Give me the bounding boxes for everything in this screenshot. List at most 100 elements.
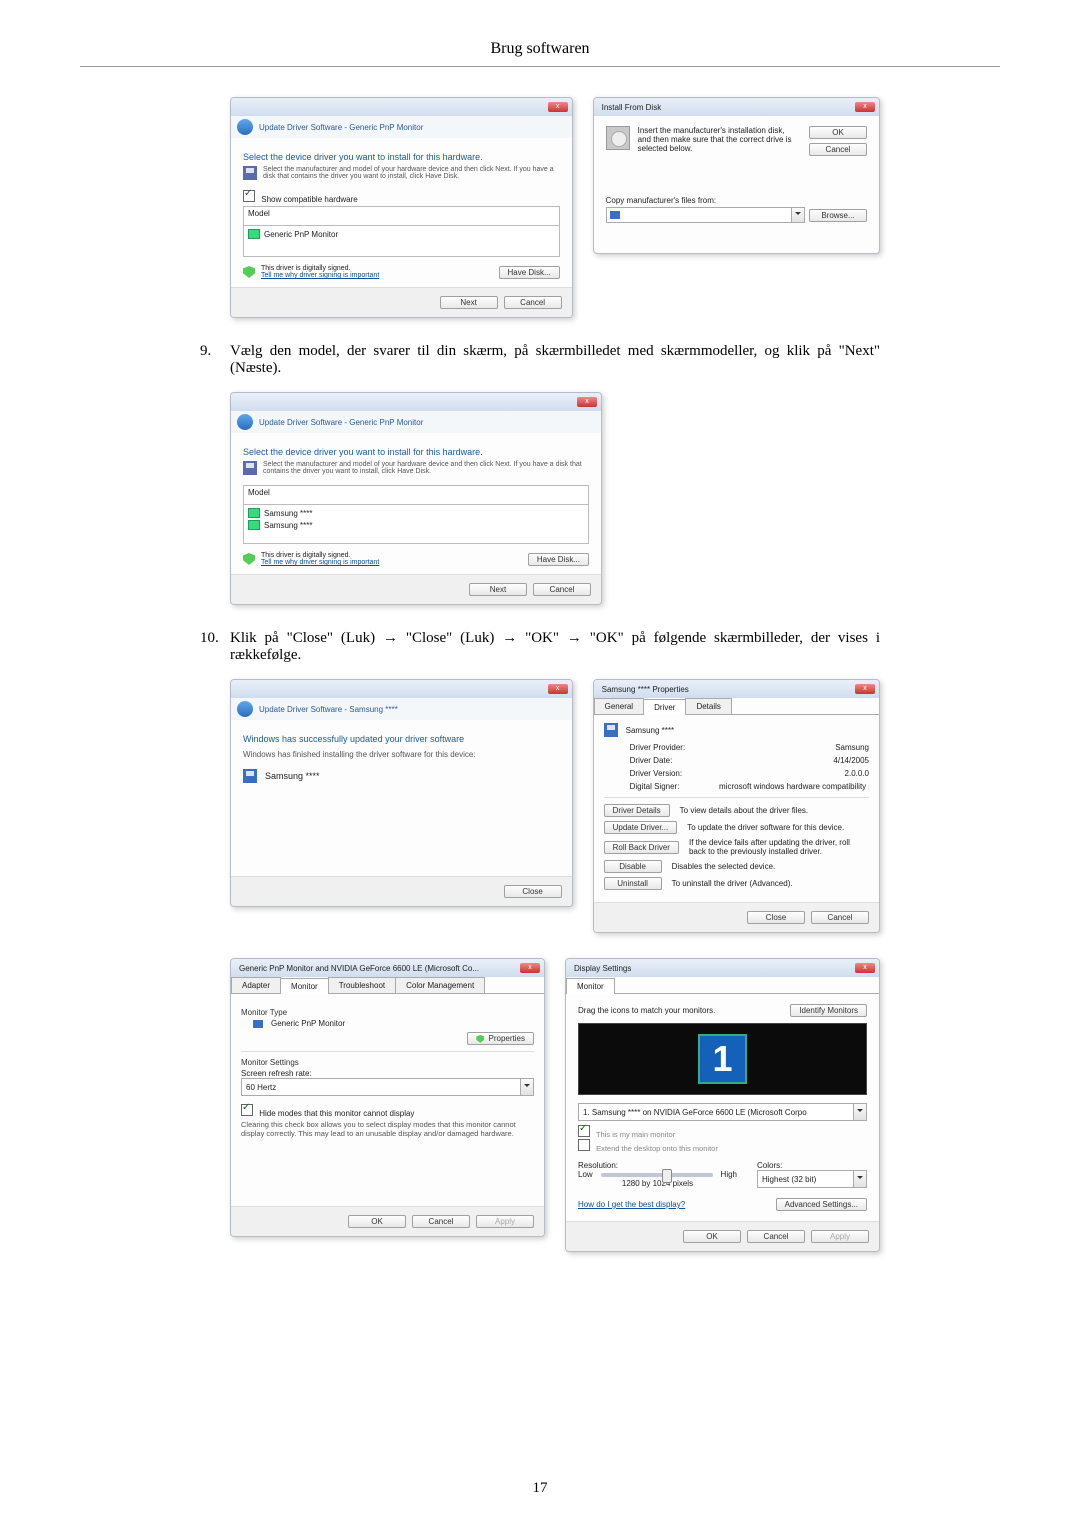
tab-adapter[interactable]: Adapter: [231, 977, 281, 993]
rollback-button[interactable]: Roll Back Driver: [604, 841, 679, 854]
have-disk-button[interactable]: Have Disk...: [528, 553, 589, 566]
tab-details[interactable]: Details: [685, 698, 731, 714]
apply-button[interactable]: Apply: [476, 1215, 534, 1228]
cancel-button[interactable]: Cancel: [809, 143, 867, 156]
monitor-select[interactable]: 1. Samsung **** on NVIDIA GeForce 6600 L…: [578, 1103, 867, 1121]
signer-value: microsoft windows hardware compatibility…: [719, 782, 869, 791]
close-icon[interactable]: x: [855, 684, 875, 694]
refresh-rate-select[interactable]: 60 Hertz: [241, 1078, 534, 1096]
identify-monitors-button[interactable]: Identify Monitors: [790, 1004, 867, 1017]
show-compatible-label: Show compatible hardware: [261, 195, 358, 204]
next-button[interactable]: Next: [440, 296, 498, 309]
close-icon[interactable]: x: [855, 963, 875, 973]
dialog-text: Insert the manufacturer's installation d…: [638, 126, 798, 153]
driver-details-desc: To view details about the driver files.: [680, 806, 869, 815]
copy-from-combo[interactable]: [606, 207, 805, 223]
disable-desc: Disables the selected device.: [672, 862, 869, 871]
properties-button[interactable]: Properties: [467, 1032, 534, 1045]
back-icon[interactable]: [237, 119, 253, 135]
dialog-heading: Windows has successfully updated your dr…: [243, 734, 560, 744]
update-driver-dialog-3: x Update Driver Software - Samsung **** …: [230, 679, 573, 907]
step-number: 10.: [200, 630, 230, 664]
back-icon[interactable]: [237, 414, 253, 430]
resolution-slider[interactable]: [601, 1173, 713, 1177]
model-listbox[interactable]: Generic PnP Monitor: [243, 226, 560, 257]
step-number: 9.: [200, 343, 230, 377]
close-icon[interactable]: x: [577, 397, 597, 407]
dialog-heading: Select the device driver you want to ins…: [243, 152, 560, 162]
back-icon[interactable]: [237, 701, 253, 717]
shield-icon: [476, 1035, 484, 1043]
browse-button[interactable]: Browse...: [809, 209, 867, 222]
signed-link[interactable]: Tell me why driver signing is important: [261, 559, 379, 566]
close-button[interactable]: Close: [747, 911, 805, 924]
tab-driver[interactable]: Driver: [643, 699, 686, 715]
apply-button[interactable]: Apply: [811, 1230, 869, 1243]
model-header-label: Model: [248, 488, 270, 497]
colors-value: Highest (32 bit): [762, 1175, 816, 1184]
close-icon[interactable]: x: [520, 963, 540, 973]
driver-details-button[interactable]: Driver Details: [604, 804, 670, 817]
hide-modes-desc: Clearing this check box allows you to se…: [241, 1120, 534, 1138]
close-icon[interactable]: x: [855, 102, 875, 112]
disk-icon: [243, 166, 257, 180]
main-monitor-checkbox[interactable]: [578, 1125, 590, 1137]
hide-modes-checkbox[interactable]: [241, 1104, 253, 1116]
show-compatible-checkbox[interactable]: [243, 190, 255, 202]
cancel-button[interactable]: Cancel: [533, 583, 591, 596]
have-disk-button[interactable]: Have Disk...: [499, 266, 560, 279]
disable-button[interactable]: Disable: [604, 860, 662, 873]
extend-desktop-checkbox[interactable]: [578, 1139, 590, 1151]
advanced-settings-button[interactable]: Advanced Settings...: [776, 1198, 867, 1211]
signed-link[interactable]: Tell me why driver signing is important: [261, 272, 379, 279]
dialog-subtext: Select the manufacturer and model of you…: [263, 166, 560, 180]
chevron-down-icon[interactable]: [853, 1104, 866, 1120]
cancel-button[interactable]: Cancel: [747, 1230, 805, 1243]
chevron-down-icon[interactable]: [853, 1171, 866, 1187]
monitor-preview[interactable]: 1: [578, 1023, 867, 1095]
tab-troubleshoot[interactable]: Troubleshoot: [328, 977, 396, 993]
close-icon[interactable]: x: [548, 102, 568, 112]
model-item-label: Generic PnP Monitor: [264, 230, 338, 239]
list-item[interactable]: Samsung ****: [248, 519, 584, 531]
best-display-link[interactable]: How do I get the best display?: [578, 1200, 685, 1209]
list-item[interactable]: Samsung ****: [248, 507, 584, 519]
next-button[interactable]: Next: [469, 583, 527, 596]
tab-monitor[interactable]: Monitor: [280, 978, 329, 994]
breadcrumb: Update Driver Software - Samsung ****: [231, 698, 572, 720]
uninstall-button[interactable]: Uninstall: [604, 877, 662, 890]
dialog-heading: Select the device driver you want to ins…: [243, 447, 589, 457]
display-settings-dialog: Display Settings x Monitor Drag the icon…: [565, 958, 880, 1252]
ok-button[interactable]: OK: [809, 126, 867, 139]
update-driver-dialog-2: x Update Driver Software - Generic PnP M…: [230, 392, 602, 605]
update-driver-button[interactable]: Update Driver...: [604, 821, 678, 834]
driver-properties-dialog: Samsung **** Properties x General Driver…: [593, 679, 880, 933]
update-driver-dialog-1: x Update Driver Software - Generic PnP M…: [230, 97, 573, 318]
update-driver-desc: To update the driver software for this d…: [687, 823, 869, 832]
model-listbox[interactable]: Samsung **** Samsung ****: [243, 505, 589, 544]
monitor-number: 1: [698, 1034, 746, 1084]
drive-icon: [610, 211, 620, 219]
tab-general[interactable]: General: [594, 698, 644, 714]
device-label: Samsung ****: [265, 771, 320, 781]
cancel-button[interactable]: Cancel: [412, 1215, 470, 1228]
chevron-down-icon[interactable]: [520, 1079, 533, 1095]
close-icon[interactable]: x: [548, 684, 568, 694]
ok-button[interactable]: OK: [348, 1215, 406, 1228]
cancel-button[interactable]: Cancel: [504, 296, 562, 309]
list-item[interactable]: Generic PnP Monitor: [248, 228, 555, 240]
colors-select[interactable]: Highest (32 bit): [757, 1170, 867, 1188]
slider-thumb-icon[interactable]: [662, 1169, 672, 1183]
refresh-rate-label: Screen refresh rate:: [241, 1069, 534, 1078]
monitor-settings-label: Monitor Settings: [241, 1058, 534, 1067]
tab-color-management[interactable]: Color Management: [395, 977, 485, 993]
cancel-button[interactable]: Cancel: [811, 911, 869, 924]
ok-button[interactable]: OK: [683, 1230, 741, 1243]
chevron-down-icon[interactable]: [791, 208, 804, 222]
step-text: Klik på "Close" (Luk) → "Close" (Luk) → …: [230, 630, 880, 664]
breadcrumb: Update Driver Software - Generic PnP Mon…: [231, 411, 601, 433]
dialog-title: Install From Disk: [598, 103, 662, 112]
close-button[interactable]: Close: [504, 885, 562, 898]
provider-value: Samsung: [835, 743, 869, 752]
tab-monitor[interactable]: Monitor: [566, 978, 615, 994]
